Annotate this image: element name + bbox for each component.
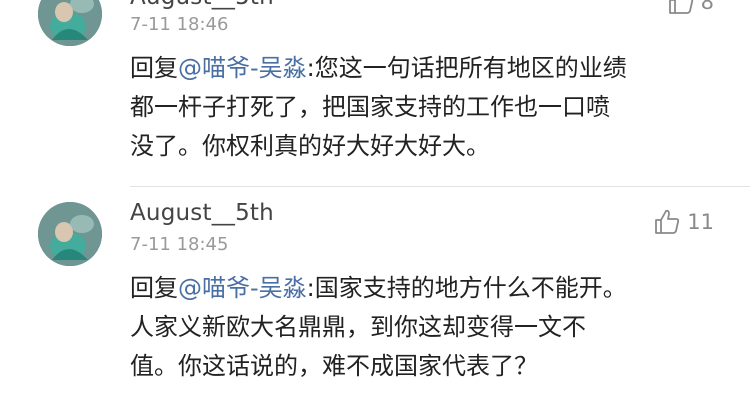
- avatar[interactable]: [38, 202, 102, 266]
- comment-line: :您这一句话把所有地区的业绩: [306, 54, 627, 82]
- like-button[interactable]: 8: [667, 0, 714, 16]
- comment-line: 没了。你权利真的好大好大好大。: [130, 132, 490, 160]
- comment-line: 值。你这话说的，难不成国家代表了？: [130, 352, 538, 380]
- mention-link[interactable]: @喵爷-吴淼: [178, 274, 307, 302]
- comment-line: :国家支持的地方什么不能开。: [306, 274, 627, 302]
- comment-username[interactable]: August__5th: [130, 0, 274, 10]
- comment-username[interactable]: August__5th: [130, 200, 274, 226]
- comment-line: 人家义新欧大名鼎鼎，到你这却变得一文不: [130, 313, 586, 341]
- like-button[interactable]: 11: [653, 208, 714, 236]
- comment-item: August__5th 7-11 18:45 11 回复@喵爷-吴淼:国家支持的…: [0, 190, 750, 402]
- thumbs-up-icon: [653, 208, 681, 236]
- comment-line: 都一杆子打死了，把国家支持的工作也一口喷: [130, 93, 610, 121]
- reply-prefix: 回复: [130, 54, 178, 82]
- comment-list: August__5th 7-11 18:46 8 回复@喵爷-吴淼:您这一句话把…: [0, 0, 750, 402]
- comment-divider: [130, 186, 750, 187]
- comment-time: 7-11 18:45: [130, 234, 229, 255]
- comment-item: August__5th 7-11 18:46 8 回复@喵爷-吴淼:您这一句话把…: [0, 0, 750, 190]
- mention-link[interactable]: @喵爷-吴淼: [178, 54, 307, 82]
- like-count: 11: [687, 210, 714, 234]
- like-count: 8: [700, 0, 714, 14]
- avatar[interactable]: [38, 0, 102, 46]
- thumbs-up-icon: [667, 0, 695, 16]
- comment-text: 回复@喵爷-吴淼:您这一句话把所有地区的业绩 都一杆子打死了，把国家支持的工作也…: [130, 49, 730, 166]
- comment-time: 7-11 18:46: [130, 14, 229, 35]
- reply-prefix: 回复: [130, 274, 178, 302]
- comment-text: 回复@喵爷-吴淼:国家支持的地方什么不能开。 人家义新欧大名鼎鼎，到你这却变得一…: [130, 269, 730, 386]
